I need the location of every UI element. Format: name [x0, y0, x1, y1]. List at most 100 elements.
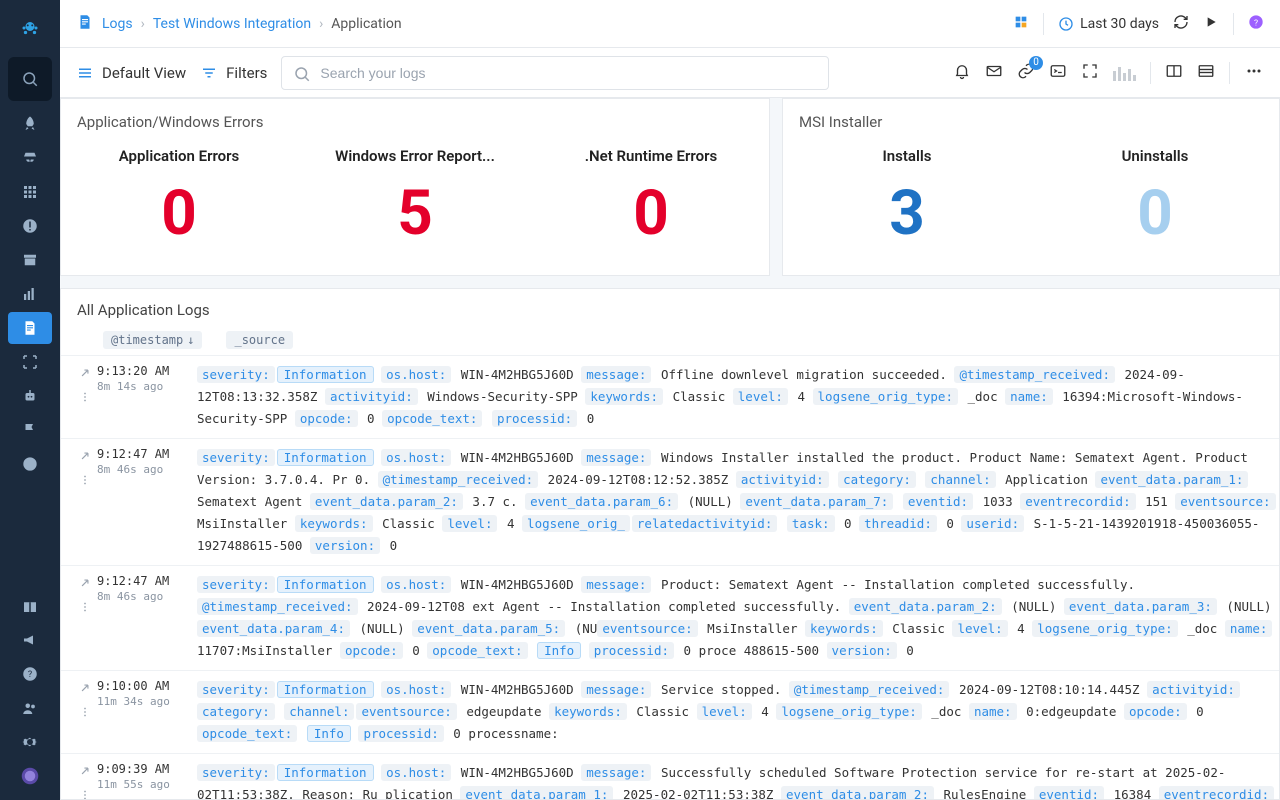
- field-key[interactable]: message:: [581, 366, 651, 383]
- stat-card[interactable]: Application Errors0: [61, 139, 297, 275]
- field-key[interactable]: name:: [969, 703, 1017, 720]
- field-key[interactable]: eventsource:: [597, 620, 697, 637]
- log-row[interactable]: 9:13:20 AM8m 14s agoseverity:Information…: [61, 356, 1279, 439]
- field-key[interactable]: threadid:: [859, 515, 937, 532]
- field-key[interactable]: processid:: [358, 725, 443, 742]
- field-key[interactable]: level:: [442, 515, 497, 532]
- stat-card[interactable]: Windows Error Report...5: [297, 139, 533, 275]
- field-pill[interactable]: Information: [277, 764, 374, 781]
- nav-archive-icon[interactable]: [8, 244, 52, 276]
- nav-globe-icon[interactable]: [8, 448, 52, 480]
- nav-scan-icon[interactable]: [8, 346, 52, 378]
- field-key[interactable]: eventrecordid:: [1020, 493, 1135, 510]
- column-timestamp[interactable]: @timestamp ↓: [103, 331, 202, 349]
- field-key[interactable]: event_data.param_7:: [740, 493, 893, 510]
- field-key[interactable]: version:: [827, 642, 897, 659]
- field-key[interactable]: event_data.param_5:: [412, 620, 565, 637]
- field-key[interactable]: processid:: [492, 410, 577, 427]
- field-key[interactable]: @timestamp_received:: [954, 366, 1115, 383]
- stat-card[interactable]: Uninstalls0: [1031, 139, 1279, 275]
- expand-icon[interactable]: [78, 576, 92, 594]
- field-key[interactable]: level:: [733, 388, 788, 405]
- nav-rocket-icon[interactable]: [8, 108, 52, 140]
- expand-icon[interactable]: [78, 449, 92, 467]
- field-pill[interactable]: Information: [277, 576, 374, 593]
- field-key[interactable]: keywords:: [549, 703, 627, 720]
- field-key[interactable]: event_data.param_6:: [525, 493, 678, 510]
- field-pill[interactable]: Info: [307, 725, 351, 742]
- avatar[interactable]: [8, 760, 52, 792]
- field-pill[interactable]: Information: [277, 449, 374, 466]
- field-key[interactable]: event_data.param_2:: [849, 598, 1002, 615]
- field-key[interactable]: logsene_orig_: [522, 515, 630, 532]
- field-key[interactable]: version:: [310, 537, 380, 554]
- field-key[interactable]: @timestamp_received:: [197, 598, 358, 615]
- stat-card[interactable]: Installs3: [783, 139, 1031, 275]
- field-key[interactable]: eventsource:: [1175, 493, 1275, 510]
- row-menu-icon[interactable]: [78, 473, 92, 491]
- expand-icon[interactable]: [78, 681, 92, 699]
- field-key[interactable]: opcode:: [295, 410, 358, 427]
- timeline-icon[interactable]: [1113, 65, 1136, 81]
- nav-alert-icon[interactable]: [8, 210, 52, 242]
- nav-robot-icon[interactable]: [8, 380, 52, 412]
- nav-announce-icon[interactable]: [8, 624, 52, 656]
- field-key[interactable]: eventid:: [903, 493, 973, 510]
- field-key[interactable]: message:: [581, 681, 651, 698]
- field-key[interactable]: task:: [787, 515, 835, 532]
- row-menu-icon[interactable]: [78, 705, 92, 723]
- list-icon[interactable]: [1197, 62, 1215, 84]
- filters-dropdown[interactable]: Filters: [200, 64, 267, 82]
- field-key[interactable]: activityid:: [1147, 681, 1240, 698]
- fullscreen-icon[interactable]: [1081, 62, 1099, 84]
- field-key[interactable]: category:: [197, 703, 275, 720]
- field-key[interactable]: event_data.param_1:: [1095, 471, 1248, 488]
- mail-icon[interactable]: [985, 62, 1003, 84]
- field-key[interactable]: @timestamp_received:: [789, 681, 950, 698]
- field-key[interactable]: keywords:: [585, 388, 663, 405]
- field-key[interactable]: logsene_orig_type:: [813, 388, 958, 405]
- row-menu-icon[interactable]: [78, 600, 92, 618]
- field-pill[interactable]: Info: [537, 642, 581, 659]
- terminal-icon[interactable]: [1049, 62, 1067, 84]
- more-icon[interactable]: [1244, 61, 1264, 85]
- field-key[interactable]: severity:: [197, 681, 275, 698]
- field-key[interactable]: activityid:: [325, 388, 418, 405]
- field-key[interactable]: eventid:: [1034, 786, 1104, 799]
- link-icon[interactable]: 0: [1017, 62, 1035, 84]
- field-key[interactable]: event_data.param_1:: [460, 786, 613, 799]
- field-key[interactable]: os.host:: [381, 764, 451, 781]
- expand-icon[interactable]: [78, 366, 92, 384]
- row-menu-icon[interactable]: [78, 390, 92, 408]
- field-key[interactable]: event_data.param_4:: [197, 620, 350, 637]
- field-key[interactable]: os.host:: [381, 681, 451, 698]
- field-key[interactable]: os.host:: [381, 449, 451, 466]
- field-key[interactable]: relatedactivityid:: [632, 515, 777, 532]
- field-key[interactable]: opcode_text:: [427, 642, 527, 659]
- search-input[interactable]: [281, 56, 829, 90]
- field-key[interactable]: @timestamp_received:: [378, 471, 539, 488]
- field-key[interactable]: keywords:: [805, 620, 883, 637]
- field-key[interactable]: opcode_text:: [197, 725, 297, 742]
- field-key[interactable]: userid:: [961, 515, 1024, 532]
- field-key[interactable]: os.host:: [381, 576, 451, 593]
- bell-icon[interactable]: [953, 62, 971, 84]
- field-key[interactable]: logsene_orig_type:: [776, 703, 921, 720]
- nav-flag-icon[interactable]: [8, 414, 52, 446]
- stat-card[interactable]: .Net Runtime Errors0: [533, 139, 769, 275]
- help-icon[interactable]: ?: [1248, 14, 1264, 34]
- apps-switcher-icon[interactable]: [1013, 14, 1029, 34]
- field-key[interactable]: severity:: [197, 449, 275, 466]
- time-range-picker[interactable]: Last 30 days: [1058, 16, 1159, 32]
- nav-logs-icon[interactable]: [8, 312, 52, 344]
- field-key[interactable]: message:: [581, 449, 651, 466]
- field-key[interactable]: eventsource:: [356, 703, 456, 720]
- nav-gift-icon[interactable]: [8, 590, 52, 622]
- field-key[interactable]: opcode:: [340, 642, 403, 659]
- play-icon[interactable]: [1203, 14, 1219, 34]
- log-row[interactable]: 9:09:39 AM11m 55s agoseverity:Informatio…: [61, 754, 1279, 799]
- field-key[interactable]: channel:: [284, 703, 354, 720]
- field-key[interactable]: event_data.param_2:: [781, 786, 934, 799]
- search-icon[interactable]: [8, 57, 52, 101]
- field-key[interactable]: severity:: [197, 764, 275, 781]
